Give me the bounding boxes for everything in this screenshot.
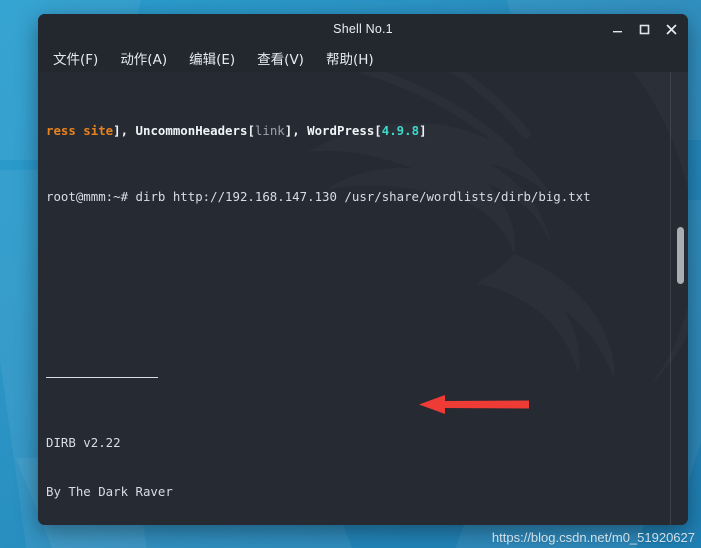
whatweb-link-token: link	[254, 123, 285, 139]
whatweb-wordpress: WordPress	[307, 123, 375, 139]
window-title: Shell No.1	[333, 22, 393, 36]
terminal-blank	[46, 254, 666, 270]
whatweb-sep-c: ],	[284, 123, 308, 139]
terminal-scroll-divider	[670, 72, 671, 525]
whatweb-bracket-close-2: ]	[419, 123, 427, 139]
menu-actions[interactable]: 动作(A)	[117, 46, 170, 70]
whatweb-bracket-open-2: [	[374, 123, 382, 139]
close-icon[interactable]	[665, 23, 678, 36]
terminal-output-area[interactable]: ress site], UncommonHeaders[link], WordP…	[38, 72, 688, 525]
dirb-banner-rule-top	[46, 369, 666, 385]
menu-view[interactable]: 查看(V)	[254, 46, 307, 70]
scrollbar-thumb[interactable]	[677, 227, 684, 284]
menu-edit[interactable]: 编辑(E)	[186, 46, 238, 70]
terminal-line-prompt: root@mmm:~# dirb http://192.168.147.130 …	[46, 189, 666, 205]
dirb-author-line: By The Dark Raver	[46, 484, 173, 500]
terminal-scrollbar[interactable]	[675, 72, 684, 525]
dirb-version-line: DIRB v2.22	[46, 434, 121, 450]
minimize-icon[interactable]	[611, 23, 624, 36]
window-titlebar[interactable]: Shell No.1	[38, 14, 688, 44]
maximize-icon[interactable]	[638, 23, 651, 36]
whatweb-version: 4.9.8	[381, 123, 420, 139]
terminal-text: ress site], UncommonHeaders[link], WordP…	[46, 72, 666, 525]
terminal-line-whatweb: ress site], UncommonHeaders[link], WordP…	[46, 123, 666, 139]
whatweb-orange-token: ress site	[46, 123, 114, 139]
whatweb-sep-a: ],	[113, 123, 136, 139]
shell-command: dirb http://192.168.147.130 /usr/share/w…	[135, 188, 591, 204]
window-controls	[611, 14, 678, 44]
whatweb-bracket-open-1: [	[247, 123, 255, 139]
terminal-window[interactable]: Shell No.1 文件(F) 动作(A) 编辑(E) 查看(V) 帮助(H)…	[38, 14, 688, 525]
menu-bar: 文件(F) 动作(A) 编辑(E) 查看(V) 帮助(H)	[38, 44, 688, 72]
whatweb-uncommonheaders: UncommonHeaders	[135, 123, 248, 139]
shell-prompt: root@mmm:~#	[46, 188, 136, 204]
blog-watermark: https://blog.csdn.net/m0_51920627	[491, 530, 695, 545]
menu-file[interactable]: 文件(F)	[50, 46, 101, 70]
menu-help[interactable]: 帮助(H)	[323, 46, 377, 70]
terminal-blank	[46, 304, 666, 320]
